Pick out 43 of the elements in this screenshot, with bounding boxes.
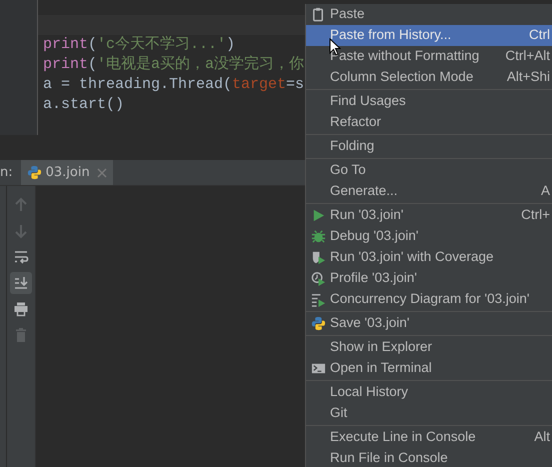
code-line: a = threading.Thread(target=s bbox=[42, 75, 305, 95]
menu-item[interactable]: Open in Terminal bbox=[306, 358, 552, 379]
panel-label: n: bbox=[0, 164, 14, 182]
run-tab[interactable]: 03.join bbox=[20, 160, 113, 185]
menu-item[interactable]: Folding bbox=[306, 136, 552, 157]
soft-wrap-icon bbox=[13, 249, 29, 265]
threads-run-icon bbox=[311, 292, 326, 307]
down-arrow-icon bbox=[13, 223, 29, 239]
menu-item[interactable]: Refactor bbox=[306, 112, 552, 133]
code-line: a.start() bbox=[42, 95, 126, 115]
menu-item[interactable]: Go To bbox=[306, 160, 552, 181]
close-icon[interactable] bbox=[96, 168, 107, 178]
menu-item[interactable]: Run '03.join' Ctrl+ bbox=[306, 205, 552, 226]
up-arrow-icon bbox=[13, 197, 29, 213]
menu-item[interactable]: Find Usages bbox=[306, 91, 552, 112]
menu-item[interactable]: Profile '03.join' bbox=[306, 268, 552, 289]
shield-run-icon bbox=[311, 250, 326, 265]
menu-item[interactable]: Local History bbox=[306, 382, 552, 403]
menu-item[interactable]: Generate... A bbox=[306, 181, 552, 202]
print-icon bbox=[13, 301, 29, 317]
scroll-to-end-icon bbox=[13, 275, 29, 291]
python-icon bbox=[26, 165, 42, 180]
menu-item[interactable]: Run '03.join' with Coverage bbox=[306, 247, 552, 268]
menu-item[interactable]: Save '03.join' bbox=[306, 313, 552, 334]
terminal-icon bbox=[311, 361, 326, 376]
python-icon bbox=[311, 316, 326, 331]
scroll-to-end-button[interactable] bbox=[10, 272, 32, 294]
code-line: print('c今天不学习...') bbox=[42, 35, 236, 55]
menu-item[interactable]: Git bbox=[306, 403, 552, 424]
bug-icon bbox=[311, 229, 326, 244]
menu-item[interactable]: Concurrency Diagram for '03.join' bbox=[306, 289, 552, 310]
menu-item[interactable]: Paste bbox=[306, 4, 552, 25]
menu-item[interactable]: Debug '03.join' bbox=[306, 226, 552, 247]
trash-icon bbox=[13, 327, 29, 343]
menu-item[interactable]: Execute Line in Console Alt bbox=[306, 427, 552, 448]
clipboard-icon bbox=[311, 7, 326, 22]
menu-item[interactable]: Paste from History... Ctrl bbox=[306, 25, 552, 46]
run-icon bbox=[311, 208, 326, 223]
code-line: print('电视是a买的，a没学完习，你 bbox=[42, 55, 305, 75]
clock-run-icon bbox=[311, 271, 326, 286]
menu-item[interactable]: Show in Explorer bbox=[306, 337, 552, 358]
menu-item[interactable]: Column Selection Mode Alt+Shi bbox=[306, 67, 552, 88]
menu-item[interactable]: Run File in Console bbox=[306, 448, 552, 467]
